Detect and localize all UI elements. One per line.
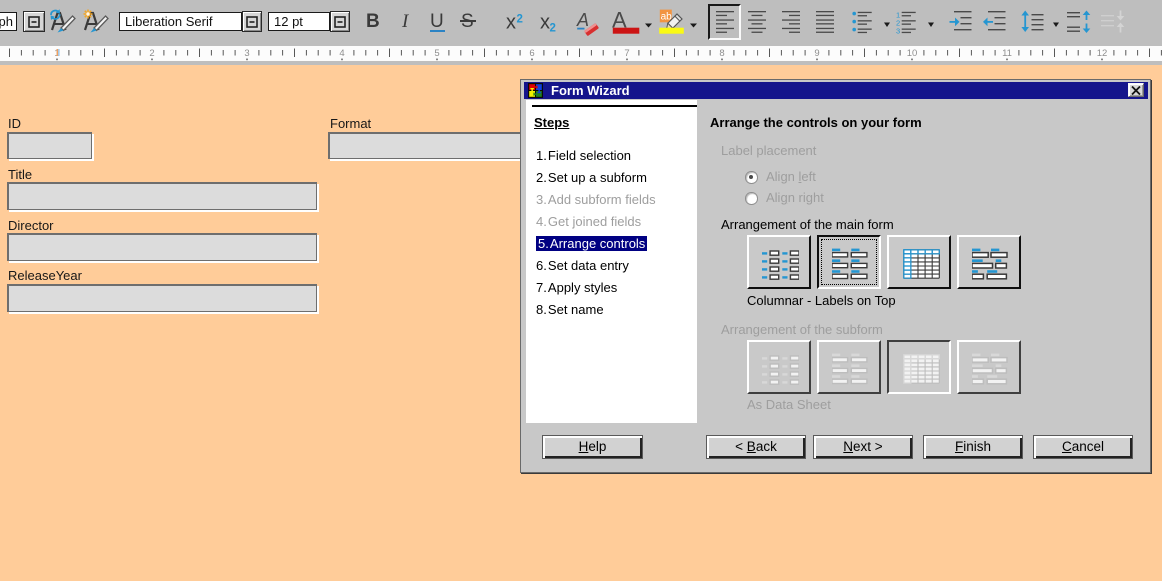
svg-text:5: 5 bbox=[434, 48, 439, 59]
svg-text:7: 7 bbox=[624, 48, 629, 59]
svg-text:4: 4 bbox=[339, 48, 344, 59]
svg-text:8: 8 bbox=[719, 48, 724, 59]
svg-text:6: 6 bbox=[529, 48, 534, 59]
svg-text:11: 11 bbox=[1002, 48, 1012, 59]
svg-text:9: 9 bbox=[814, 48, 819, 59]
svg-text:12: 12 bbox=[1097, 48, 1108, 59]
svg-text:10: 10 bbox=[907, 48, 918, 59]
svg-text:2: 2 bbox=[149, 48, 154, 59]
svg-text:3: 3 bbox=[244, 48, 249, 59]
